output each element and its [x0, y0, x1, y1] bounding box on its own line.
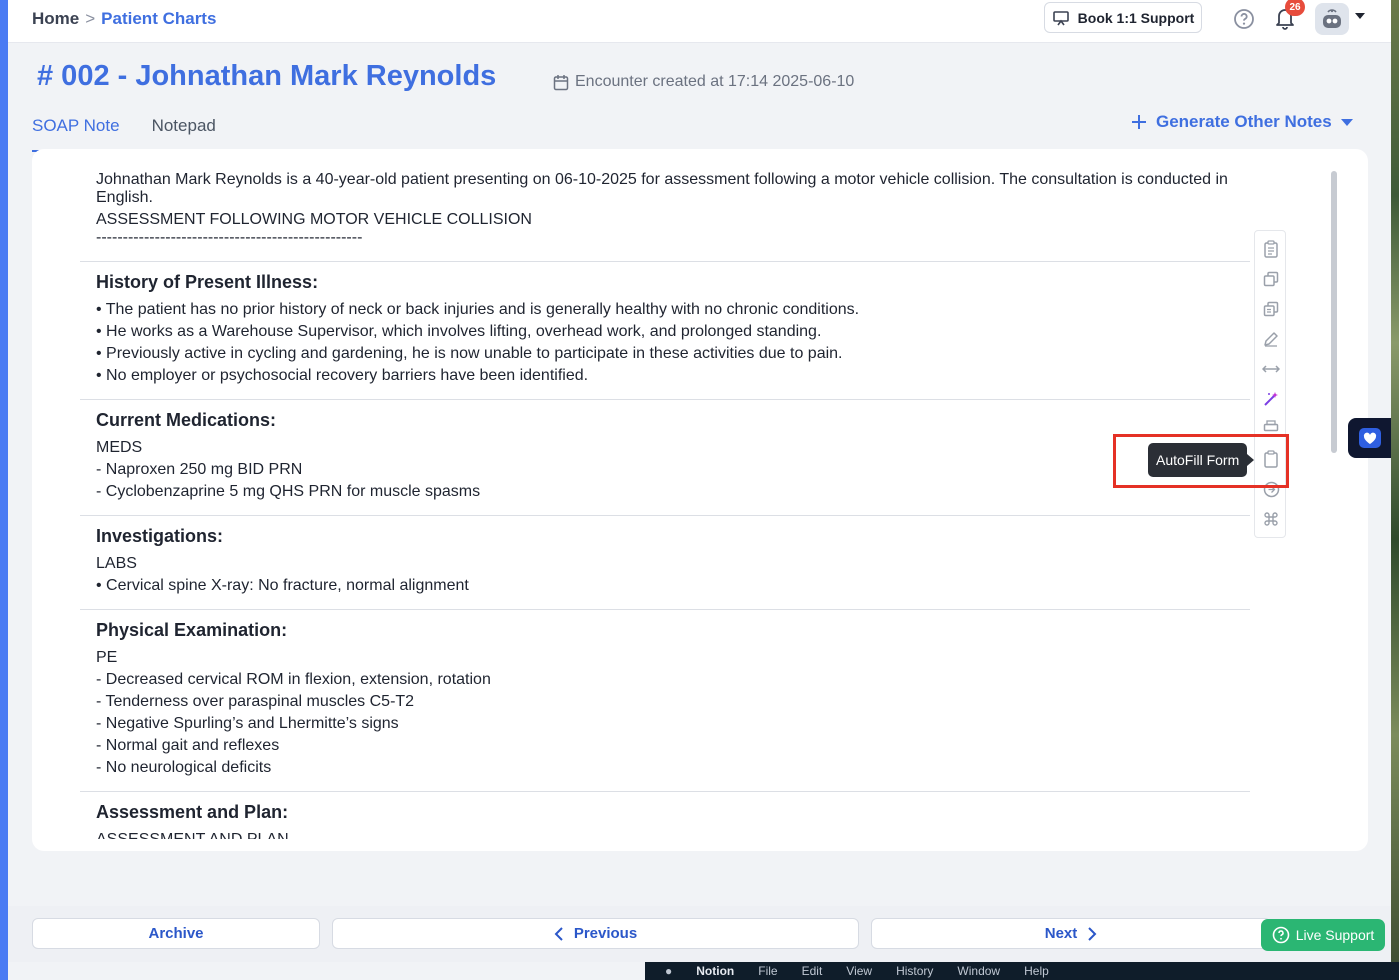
- tab-notepad[interactable]: Notepad: [152, 110, 216, 150]
- next-button[interactable]: Next: [871, 918, 1271, 949]
- intro-summary: Johnathan Mark Reynolds is a 40-year-old…: [96, 171, 1228, 206]
- breadcrumb-home[interactable]: Home: [32, 9, 79, 29]
- menubar-item[interactable]: Window: [957, 964, 1000, 978]
- section-physical-exam: Physical Examination: PE - Decreased cer…: [80, 609, 1250, 791]
- section-heading: Investigations:: [96, 526, 224, 546]
- section-line: • No employer or psychosocial recovery b…: [96, 367, 589, 384]
- robot-icon: [1323, 9, 1341, 28]
- plus-icon: [1132, 115, 1146, 129]
- copy-all-icon[interactable]: [1261, 299, 1281, 319]
- intro-heading: ASSESSMENT FOLLOWING MOTOR VEHICLE COLLI…: [96, 211, 532, 228]
- live-support-button[interactable]: Live Support: [1261, 919, 1385, 951]
- section-heading: Physical Examination:: [96, 620, 288, 640]
- section-line: - Decreased cervical ROM in flexion, ext…: [96, 671, 491, 688]
- os-menubar: ● Notion File Edit View History Window H…: [645, 962, 1399, 980]
- tab-soap-note[interactable]: SOAP Note: [32, 110, 120, 152]
- section-line: • Cervical spine X-ray: No fracture, nor…: [96, 577, 469, 594]
- intro-divider: ----------------------------------------…: [96, 229, 363, 246]
- side-widget[interactable]: [1348, 418, 1391, 458]
- encounter-created: Encounter created at 17:14 2025-06-10: [553, 73, 854, 91]
- menubar-item[interactable]: View: [846, 964, 872, 978]
- left-accent-strip: [0, 0, 8, 980]
- breadcrumb-separator: >: [85, 9, 96, 28]
- section-history: History of Present Illness: • The patien…: [80, 261, 1250, 399]
- section-line: • The patient has no prior history of ne…: [96, 301, 860, 318]
- section-line: - Naproxen 250 mg BID PRN: [96, 461, 303, 478]
- command-icon[interactable]: [1261, 509, 1281, 529]
- section-assessment-plan: Assessment and Plan: ASSESSMENT AND PLAN: [80, 791, 1250, 839]
- section-investigations: Investigations: LABS • Cervical spine X-…: [80, 515, 1250, 609]
- section-line: PE: [96, 649, 118, 666]
- top-bar: Home > Patient Charts Book 1:1 Support 2…: [8, 0, 1391, 43]
- section-line: - Normal gait and reflexes: [96, 737, 280, 754]
- clipboard-icon[interactable]: [1261, 239, 1281, 259]
- help-icon[interactable]: [1233, 8, 1255, 30]
- menubar-item[interactable]: Edit: [802, 964, 823, 978]
- apple-icon[interactable]: ●: [665, 964, 672, 978]
- archive-button[interactable]: Archive: [32, 918, 320, 949]
- book-support-button[interactable]: Book 1:1 Support: [1044, 2, 1202, 33]
- menubar-item[interactable]: File: [758, 964, 777, 978]
- generate-other-notes-button[interactable]: Generate Other Notes: [1130, 112, 1354, 132]
- chevron-down-icon[interactable]: [1354, 12, 1366, 20]
- magic-wand-icon[interactable]: [1261, 389, 1281, 409]
- section-line: - No neurological deficits: [96, 759, 272, 776]
- soap-note-content: Johnathan Mark Reynolds is a 40-year-old…: [80, 149, 1250, 839]
- menubar-item[interactable]: History: [896, 964, 933, 978]
- page-title: # 002 - Johnathan Mark Reynolds: [37, 60, 497, 92]
- breadcrumb-patient-charts[interactable]: Patient Charts: [101, 9, 216, 29]
- autofill-tooltip: AutoFill Form: [1148, 443, 1255, 477]
- section-line: - Negative Spurling’s and Lhermitte’s si…: [96, 715, 399, 732]
- section-line: - Cyclobenzaprine 5 mg QHS PRN for muscl…: [96, 483, 481, 500]
- menubar-app-name[interactable]: Notion: [696, 964, 734, 978]
- live-support-label: Live Support: [1295, 927, 1375, 943]
- section-heading: Current Medications:: [96, 410, 277, 430]
- presentation-icon: [1052, 10, 1069, 25]
- section-line: ASSESSMENT AND PLAN: [96, 829, 1234, 839]
- calendar-icon: [553, 74, 569, 90]
- caret-down-icon: [1340, 118, 1353, 126]
- desktop-background-edge: [1391, 0, 1399, 980]
- heart-shield-icon: [1358, 428, 1381, 448]
- section-line: • He works as a Warehouse Supervisor, wh…: [96, 323, 822, 340]
- previous-label: Previous: [573, 925, 638, 942]
- help-circle-icon: [1272, 926, 1289, 944]
- chevron-right-icon: [1088, 926, 1097, 941]
- section-line: • Previously active in cycling and garde…: [96, 345, 843, 362]
- previous-button[interactable]: Previous: [332, 918, 859, 949]
- chevron-left-icon: [554, 926, 563, 941]
- encounter-created-text: Encounter created at 17:14 2025-06-10: [575, 73, 855, 90]
- menubar-item[interactable]: Help: [1024, 964, 1049, 978]
- next-label: Next: [1044, 925, 1078, 942]
- soap-note-card: Johnathan Mark Reynolds is a 40-year-old…: [32, 149, 1368, 851]
- note-toolbar: [1254, 230, 1286, 538]
- expand-icon[interactable]: [1261, 359, 1281, 379]
- note-tabs: SOAP Note Notepad: [32, 110, 216, 152]
- edit-icon[interactable]: [1261, 329, 1281, 349]
- section-line: LABS: [96, 555, 137, 572]
- section-heading: Assessment and Plan:: [96, 802, 289, 822]
- copy-icon[interactable]: [1261, 269, 1281, 289]
- note-scrollbar[interactable]: [1329, 169, 1339, 839]
- section-heading: History of Present Illness:: [96, 272, 319, 292]
- footer-navigation: Archive Previous Next: [8, 906, 1391, 962]
- section-medications: Current Medications: MEDS - Naproxen 250…: [80, 399, 1250, 515]
- note-intro: Johnathan Mark Reynolds is a 40-year-old…: [80, 149, 1250, 247]
- archive-label: Archive: [148, 925, 204, 942]
- section-line: MEDS: [96, 439, 143, 456]
- generate-other-notes-label: Generate Other Notes: [1156, 112, 1332, 131]
- book-support-label: Book 1:1 Support: [1077, 9, 1195, 26]
- section-line: - Tenderness over paraspinal muscles C5-…: [96, 693, 415, 710]
- scroll-thumb[interactable]: [1331, 171, 1337, 453]
- notification-badge: 26: [1285, 0, 1305, 16]
- avatar[interactable]: [1315, 3, 1349, 35]
- breadcrumb: Home > Patient Charts: [32, 9, 216, 29]
